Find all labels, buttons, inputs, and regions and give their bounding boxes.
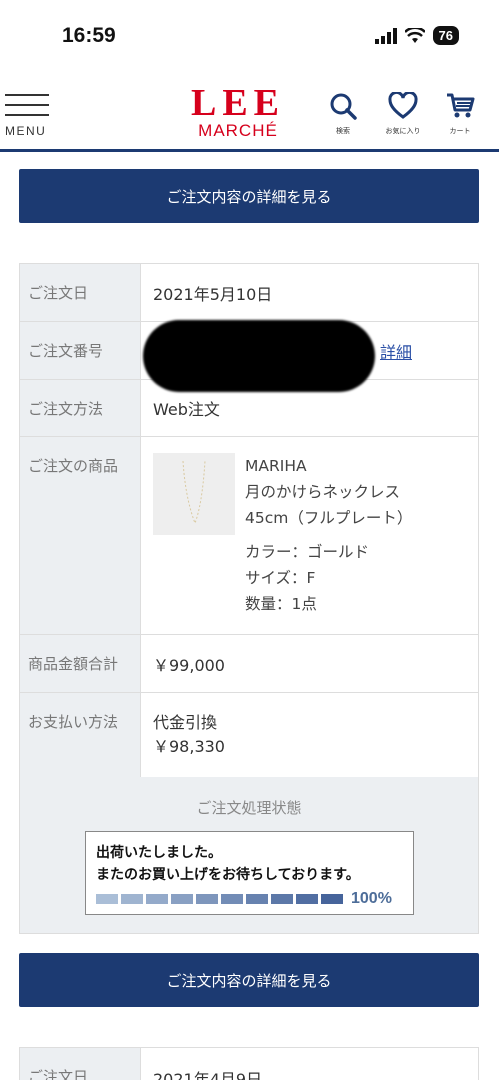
necklace-image xyxy=(182,460,206,525)
progress-segment xyxy=(246,894,268,904)
progress-segment xyxy=(196,894,218,904)
favorites-label: お気に入り xyxy=(385,127,421,135)
logo-main: LEE xyxy=(190,82,286,124)
progress-bar: 100% xyxy=(96,890,392,908)
progress-segment xyxy=(321,894,343,904)
row-subtotal: 商品金額合計 ￥99,000 xyxy=(20,635,478,693)
order-status-message: 出荷いたしました。 またのお買い上げをお待ちしております。 100% xyxy=(85,831,414,915)
wifi-icon xyxy=(404,27,425,43)
order-detail-button-bottom[interactable]: ご注文内容の詳細を見る xyxy=(19,953,479,1007)
menu-button[interactable]: MENU xyxy=(5,94,51,138)
payment-label: お支払い方法 xyxy=(20,693,141,778)
status-message-line2: またのお買い上げをお待ちしております。 xyxy=(96,867,360,883)
order-date-value: 2021年5月10日 xyxy=(153,284,273,304)
redaction-mark xyxy=(143,320,375,392)
clock: 16:59 xyxy=(62,24,116,47)
search-icon xyxy=(330,93,357,120)
product-name-line1: 月のかけらネックレス xyxy=(245,483,401,501)
product-item[interactable]: MARIHA 月のかけらネックレス 45cm（フルプレート） カラー：ゴールド … xyxy=(153,453,412,617)
order-detail-button-top[interactable]: ご注文内容の詳細を見る xyxy=(19,169,479,223)
row-payment: お支払い方法 代金引換 ￥98,330 xyxy=(20,693,478,778)
hamburger-icon-bar xyxy=(5,114,49,116)
progress-segment xyxy=(171,894,193,904)
hamburger-icon-bar xyxy=(5,104,49,106)
heart-icon xyxy=(388,91,418,119)
progress-segments xyxy=(96,894,343,904)
row-order-date: ご注文日 2021年5月10日 xyxy=(20,264,478,322)
progress-segment xyxy=(121,894,143,904)
favorites-button[interactable]: お気に入り xyxy=(383,91,423,136)
search-button[interactable]: 検索 xyxy=(323,92,363,136)
logo-sub: MARCHÉ xyxy=(198,121,278,140)
row-order-product: ご注文の商品 MARIHA 月のかけらネックレス 45cm（フルプレート） カラ… xyxy=(20,437,478,635)
progress-segment xyxy=(221,894,243,904)
payment-amount: ￥98,330 xyxy=(153,737,225,756)
progress-segment xyxy=(146,894,168,904)
product-info: MARIHA 月のかけらネックレス 45cm（フルプレート） カラー：ゴールド … xyxy=(245,453,412,617)
search-label: 検索 xyxy=(336,127,350,135)
product-color: カラー：ゴールド xyxy=(245,543,370,561)
progress-segment xyxy=(96,894,118,904)
next-order-date-value: 2021年4月9日 xyxy=(153,1070,263,1080)
battery-indicator: 76 xyxy=(432,26,459,45)
progress-percent: 100% xyxy=(351,890,392,907)
order-number-label: ご注文番号 xyxy=(20,322,141,379)
subtotal-value: ￥99,000 xyxy=(153,655,225,675)
menu-label: MENU xyxy=(5,124,47,138)
site-header: MENU LEE MARCHÉ 検索 お気に入り カート xyxy=(0,70,499,152)
cart-icon xyxy=(447,93,475,118)
cellular-signal-icon xyxy=(374,27,397,44)
status-bar: 16:59 76 xyxy=(0,0,499,70)
product-name-line2: 45cm（フルプレート） xyxy=(245,509,413,527)
product-brand: MARIHA xyxy=(245,457,307,475)
progress-segment xyxy=(296,894,318,904)
payment-method: 代金引換 xyxy=(153,713,218,732)
order-method-label: ご注文方法 xyxy=(20,380,141,436)
order-status-title: ご注文処理状態 xyxy=(196,799,302,817)
product-quantity: 数量：1点 xyxy=(245,595,317,613)
order-detail-link[interactable]: 詳細 xyxy=(380,339,412,363)
subtotal-label: 商品金額合計 xyxy=(20,635,141,692)
product-size: サイズ：F xyxy=(245,569,316,587)
next-order-table: ご注文日 2021年4月9日 xyxy=(19,1047,479,1080)
payment-cell: 代金引換 ￥98,330 xyxy=(141,693,478,778)
cart-label: カート xyxy=(449,127,471,135)
hamburger-icon xyxy=(5,94,49,96)
site-logo[interactable]: LEE MARCHÉ xyxy=(178,84,298,140)
status-message-line1: 出荷いたしました。 xyxy=(96,845,222,861)
cart-button[interactable]: カート xyxy=(440,92,480,136)
progress-segment xyxy=(271,894,293,904)
order-product-cell: MARIHA 月のかけらネックレス 45cm（フルプレート） カラー：ゴールド … xyxy=(141,437,478,634)
status-icons: 76 xyxy=(374,26,459,45)
product-thumbnail[interactable] xyxy=(153,453,235,535)
order-date-label: ご注文日 xyxy=(20,264,141,321)
next-order-date-label: ご注文日 xyxy=(20,1048,141,1080)
order-product-label: ご注文の商品 xyxy=(20,437,141,634)
order-status-section: ご注文処理状態 出荷いたしました。 またのお買い上げをお待ちしております。 10… xyxy=(19,777,479,934)
